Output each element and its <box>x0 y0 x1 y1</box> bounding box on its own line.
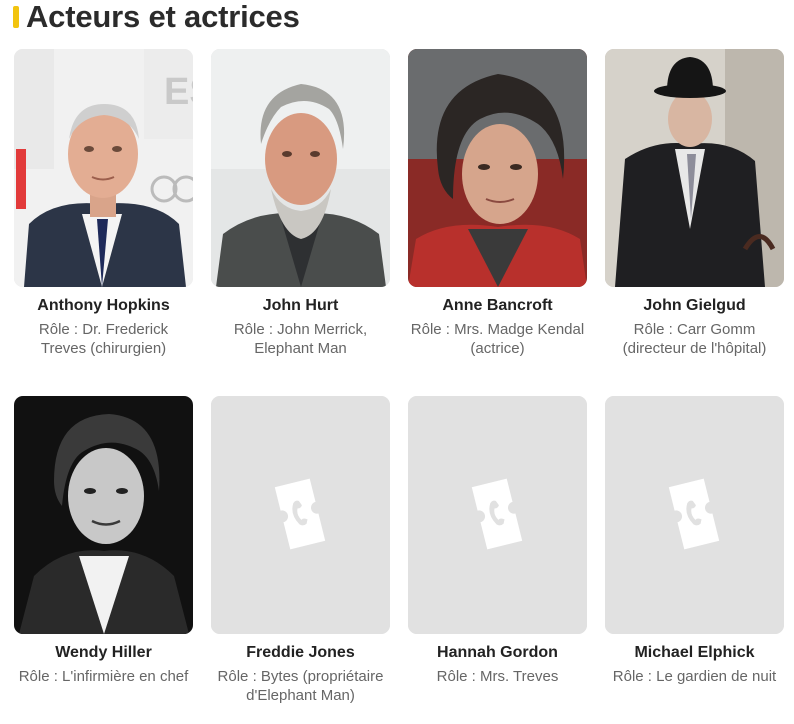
cast-card[interactable]: John Hurt Rôle : John Merrick, Elephant … <box>211 49 390 358</box>
actor-photo[interactable] <box>14 396 193 634</box>
cast-card[interactable]: Anne Bancroft Rôle : Mrs. Madge Kendal (… <box>408 49 587 358</box>
actor-name[interactable]: Freddie Jones <box>211 643 390 663</box>
svg-text:ES: ES <box>164 71 193 113</box>
cast-card[interactable]: Michael Elphick Rôle : Le gardien de nui… <box>605 396 784 686</box>
actor-role: Rôle : Carr Gomm (directeur de l'hôpital… <box>622 321 767 357</box>
actor-photo[interactable] <box>605 49 784 287</box>
actor-role: Rôle : L'infirmière en chef <box>18 668 189 685</box>
actor-role: Rôle : Le gardien de nuit <box>612 668 777 685</box>
actor-role: Rôle : John Merrick, Elephant Man <box>233 321 368 357</box>
ticket-icon <box>211 396 390 634</box>
actor-photo[interactable] <box>408 49 587 287</box>
actor-name[interactable]: Anthony Hopkins <box>14 296 193 316</box>
actor-name[interactable]: Anne Bancroft <box>408 296 587 316</box>
photo-placeholder[interactable] <box>408 396 587 634</box>
actor-name[interactable]: Michael Elphick <box>605 643 784 663</box>
actor-role: Rôle : Bytes (propriétaire d'Elephant Ma… <box>217 668 384 704</box>
actor-role: Rôle : Dr. Frederick Treves (chirurgien) <box>38 321 169 357</box>
cast-card[interactable]: Hannah Gordon Rôle : Mrs. Treves <box>408 396 587 686</box>
section-title: Acteurs et actrices <box>26 0 300 34</box>
cast-card[interactable]: Wendy Hiller Rôle : L'infirmière en chef <box>14 396 193 686</box>
actor-name[interactable]: Wendy Hiller <box>14 643 193 663</box>
title-accent-bar <box>13 6 19 28</box>
actor-photo[interactable] <box>211 49 390 287</box>
actor-name[interactable]: John Hurt <box>211 296 390 316</box>
ticket-icon <box>605 396 784 634</box>
cast-card[interactable]: John Gielgud Rôle : Carr Gomm (directeur… <box>605 49 784 358</box>
photo-placeholder[interactable] <box>605 396 784 634</box>
actor-role: Rôle : Mrs. Madge Kendal (actrice) <box>410 321 585 357</box>
cast-card[interactable]: ES Anthony Hopkins Rôle : Dr. Frederick … <box>14 49 193 358</box>
actor-photo[interactable]: ES <box>14 49 193 287</box>
actor-name[interactable]: Hannah Gordon <box>408 643 587 663</box>
cast-card[interactable]: Freddie Jones Rôle : Bytes (propriétaire… <box>211 396 390 705</box>
section-header: Acteurs et actrices <box>13 0 300 34</box>
actor-name[interactable]: John Gielgud <box>605 296 784 316</box>
ticket-icon <box>408 396 587 634</box>
actor-role: Rôle : Mrs. Treves <box>436 668 559 685</box>
photo-placeholder[interactable] <box>211 396 390 634</box>
